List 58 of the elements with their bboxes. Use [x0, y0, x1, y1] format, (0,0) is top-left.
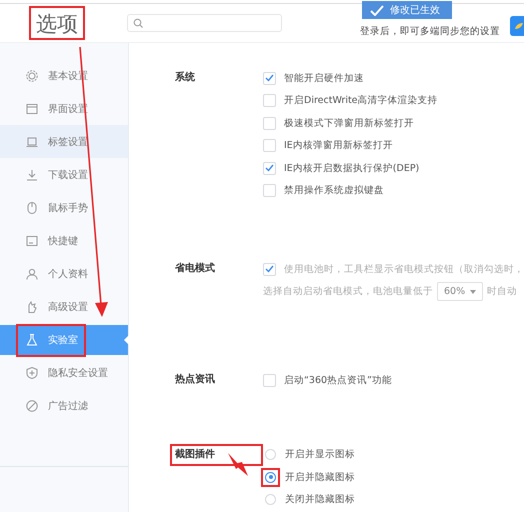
option-label: 开启DirectWrite高清字体渲染支持: [284, 94, 438, 108]
person-icon: [26, 268, 38, 280]
checkbox[interactable]: [263, 94, 276, 108]
window-title: 选项: [29, 6, 85, 40]
checkbox[interactable]: [263, 72, 276, 85]
checkmark-icon: [265, 74, 274, 82]
option-label: 开启并显示图标: [285, 448, 355, 462]
search-icon: [133, 18, 143, 28]
hand-icon: [26, 300, 38, 312]
prohibited-icon: [26, 400, 38, 412]
section-label: 省电模式: [174, 262, 216, 276]
checkbox[interactable]: [263, 116, 276, 130]
sidebar-item[interactable]: 下载设置: [0, 158, 128, 191]
sidebar-item[interactable]: 高级设置: [0, 290, 128, 323]
option-label: 启动“360热点资讯”功能: [284, 374, 392, 387]
cloud-icon: [514, 22, 524, 30]
caret-icon: [470, 290, 476, 294]
keyboard-icon: [26, 234, 38, 246]
checkbox[interactable]: [263, 184, 276, 198]
sidebar-item[interactable]: 实验室: [0, 325, 128, 355]
checkbox[interactable]: [263, 374, 276, 387]
check-icon: [370, 4, 384, 16]
flask-icon: [26, 334, 38, 346]
option-label: 关闭并隐藏图标: [285, 493, 355, 506]
section-label: 系统: [174, 70, 196, 85]
checkmark-icon: [265, 265, 274, 274]
option-label: 使用电池时，工具栏显示省电模式按钮（取消勾选时，: [284, 262, 524, 276]
window-icon: [26, 102, 38, 114]
sidebar-item[interactable]: 隐私安全设置: [0, 356, 128, 389]
gear-icon: [26, 70, 38, 82]
sidebar-item[interactable]: 广告过滤: [0, 389, 128, 422]
option-label: IE内核开启数据执行保护(DEP): [284, 162, 420, 175]
option-label: IE内核弹窗用新标签打开: [284, 139, 393, 152]
sidebar-item[interactable]: 快捷键: [0, 224, 128, 257]
download-icon: [26, 168, 38, 180]
tab-icon: [26, 136, 38, 148]
login-hint: 登录后，即可多端同步您的设置: [360, 24, 500, 38]
annotation-arrow: [228, 453, 248, 476]
option-label: 开启并隐藏图标: [285, 470, 355, 484]
account-button[interactable]: [510, 16, 524, 36]
mouse-icon: [26, 202, 38, 214]
radio-button[interactable]: [265, 472, 276, 483]
annotation-box: 实验室: [16, 324, 86, 356]
option-label: 选择自动启动省电模式，电池电量低于: [263, 285, 433, 298]
section-label: 热点资讯: [174, 372, 216, 387]
section-label: 截图插件: [170, 444, 263, 466]
option-label: 智能开启硬件加速: [284, 72, 364, 85]
sidebar-item[interactable]: 个人资料: [0, 257, 128, 290]
search-field[interactable]: [127, 14, 282, 32]
option-label: 时自动: [487, 285, 518, 298]
option-label: 禁用操作系统虚拟键盘: [284, 184, 384, 198]
option-label: 极速模式下弹窗用新标签打开: [284, 116, 414, 130]
checkmark-icon: [265, 164, 274, 172]
toast-text: 修改已生效: [390, 4, 440, 17]
sidebar-item[interactable]: 鼠标手势: [0, 191, 128, 224]
shield-icon: [26, 366, 38, 378]
checkbox[interactable]: [263, 162, 276, 175]
checkbox[interactable]: [263, 139, 276, 152]
